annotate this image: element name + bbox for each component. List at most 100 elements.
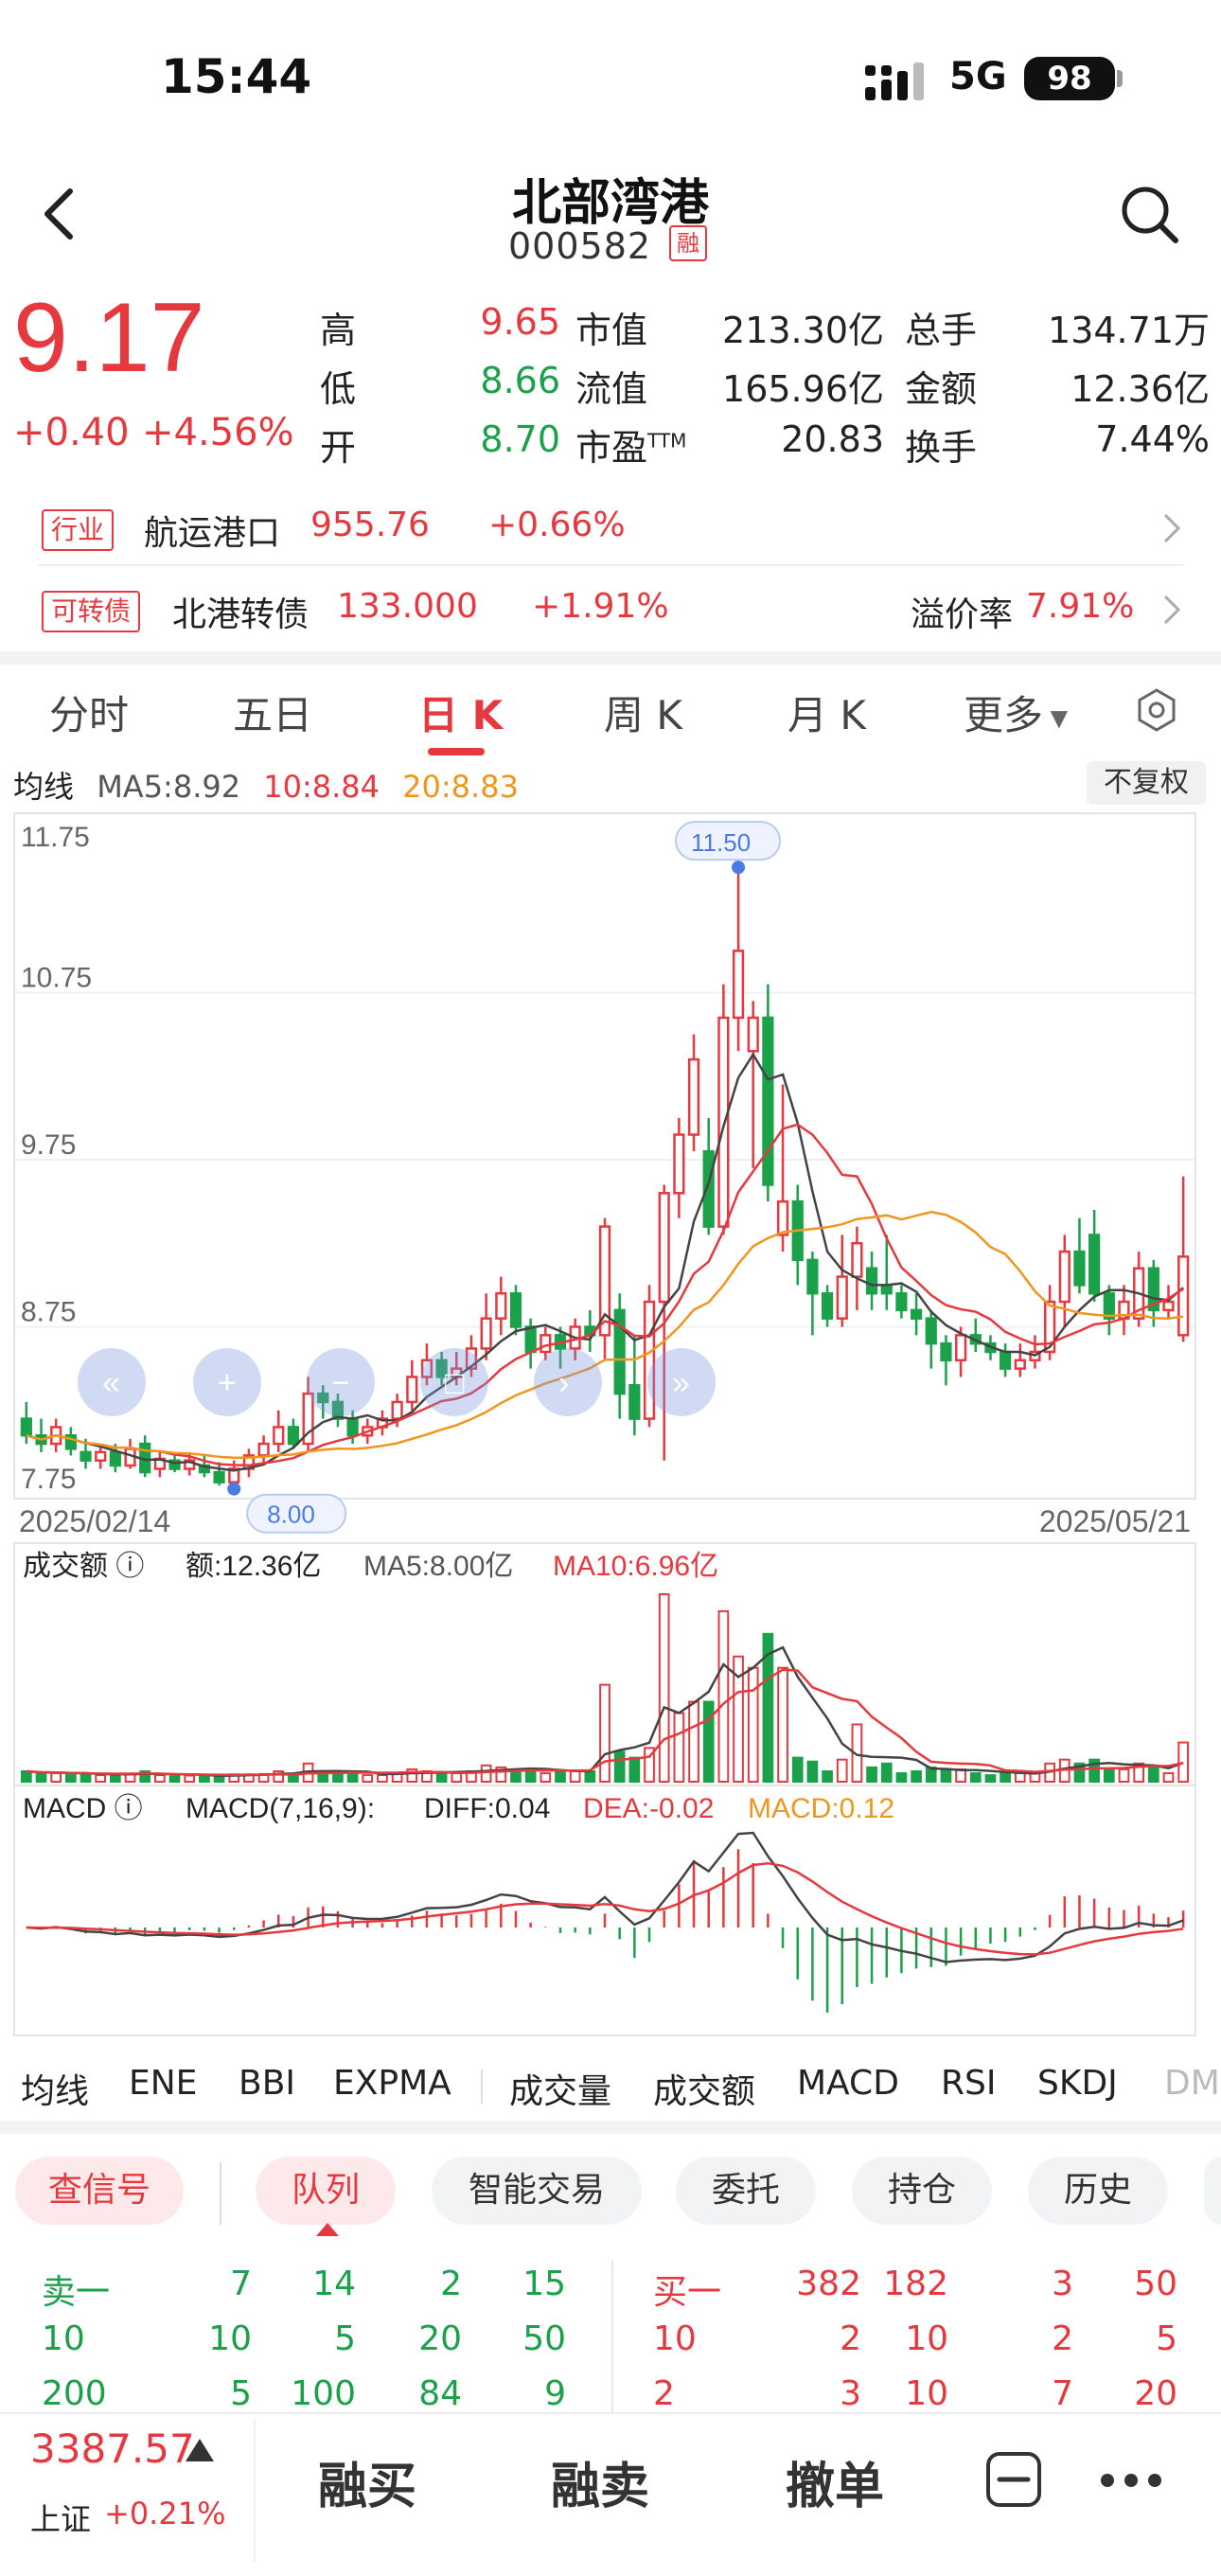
queue-button[interactable]: 队列 — [256, 2157, 396, 2225]
volume-bar — [1177, 1741, 1190, 1784]
indicator-tab-turnover[interactable]: 成交额 — [653, 2064, 755, 2113]
volume-bar — [688, 1700, 699, 1784]
stat-label: 低 — [320, 368, 357, 410]
index-name: 上证 — [30, 2501, 92, 2537]
stat-value: 12.36亿 — [1071, 368, 1210, 410]
tab-monthly-k[interactable]: 月 K — [787, 684, 866, 741]
stat-value: 8.66 — [480, 360, 560, 401]
y-tick-label: 7.75 — [21, 1464, 76, 1495]
kline-chart[interactable]: 11.75 10.75 9.75 8.75 7.75 11.50 8.00 « + − □ › » 202… — [13, 812, 1208, 2043]
volume-value: 额:12.36亿 — [186, 1551, 321, 1582]
indicator-tab-ma[interactable]: 均线 — [21, 2064, 89, 2113]
indicator-tab-bbi[interactable]: BBI — [239, 2064, 295, 2103]
smart-trade-button[interactable]: 智能交易 — [432, 2157, 642, 2225]
indicator-tab-macd[interactable]: MACD — [797, 2064, 899, 2103]
volume-bar — [1000, 1772, 1011, 1783]
convertible-bond-row[interactable]: 可转债 北港转债 133.000 +1.91% 溢价率 7.91% — [38, 568, 1183, 648]
settings-icon[interactable] — [1134, 687, 1179, 733]
search-icon[interactable] — [1117, 182, 1181, 246]
candle-down — [524, 1325, 537, 1354]
sell-queue-cell: 7 — [230, 2265, 252, 2303]
candle-up — [776, 1199, 789, 1236]
volume-bar — [717, 1609, 730, 1783]
queue-active-indicator — [316, 2223, 339, 2236]
volume-bar — [822, 1769, 833, 1784]
ma-legend: 均线 MA5:8.92 10:8.84 20:8.83 — [13, 763, 519, 807]
candle-up — [954, 1334, 967, 1362]
cancel-order-button[interactable]: 撤单 — [786, 2446, 884, 2517]
tab-intraday[interactable]: 分时 — [49, 684, 129, 741]
volume-bar — [50, 1772, 62, 1783]
volume-bar — [673, 1712, 685, 1784]
positions-button[interactable]: 持仓 — [852, 2157, 992, 2225]
volume-bar — [658, 1593, 670, 1783]
margin-sell-button[interactable]: 融卖 — [551, 2446, 649, 2517]
price-adjust-button[interactable]: 不复权 — [1087, 761, 1206, 805]
tab-daily-k[interactable]: 日 K — [418, 684, 503, 741]
signal-icon — [865, 62, 924, 100]
tab-more-label: 更多 — [964, 692, 1044, 738]
indicator-tab-ene[interactable]: ENE — [129, 2064, 197, 2103]
candle-down — [213, 1470, 225, 1483]
stat-label: 金额 — [905, 368, 978, 410]
orders-button[interactable]: 委托 — [676, 2157, 816, 2225]
y-tick-label: 10.75 — [21, 963, 92, 994]
section-divider — [0, 2121, 1221, 2134]
candle-up — [673, 1133, 685, 1195]
candle-up — [95, 1450, 107, 1462]
stat-value: 134.71万 — [1048, 310, 1210, 351]
volume-bar — [1147, 1764, 1159, 1784]
margin-buy-button[interactable]: 融买 — [318, 2446, 416, 2517]
buy-queue-cell: 3 — [1052, 2265, 1073, 2303]
industry-name: 航运港口 — [144, 514, 281, 553]
candle-down — [806, 1258, 819, 1295]
x-end-date: 2025/05/21 — [1039, 1504, 1191, 1538]
tab-more[interactable]: 更多 ▼ — [964, 684, 1068, 741]
volume-bar — [1118, 1768, 1130, 1783]
sell-queue-cell: 50 — [522, 2319, 566, 2358]
candle-up — [480, 1317, 492, 1350]
indicator-tab-expma[interactable]: EXPMA — [333, 2064, 451, 2103]
max-price-marker — [732, 861, 746, 875]
indicator-tab-divider — [481, 2070, 483, 2104]
volume-bar — [599, 1683, 610, 1784]
stat-label: 开 — [320, 427, 357, 469]
ttm-superscript: TTM — [647, 429, 687, 453]
sell-queue-cell: 10 — [42, 2319, 85, 2358]
stat-value: 7.44% — [1095, 418, 1210, 460]
sell-queue-cell: 15 — [522, 2265, 566, 2303]
tab-weekly-k[interactable]: 周 K — [604, 684, 682, 741]
indicator-tab-volume[interactable]: 成交量 — [509, 2064, 611, 2113]
ma20-value: 20:8.83 — [402, 769, 519, 805]
candle-down — [925, 1317, 937, 1345]
history-button[interactable]: 历史 — [1028, 2157, 1168, 2225]
index-value[interactable]: 3387.57 — [30, 2425, 195, 2472]
tab-five-day[interactable]: 五日 — [233, 684, 312, 741]
check-signal-button[interactable]: 查信号 — [15, 2157, 184, 2225]
volume-bar — [346, 1772, 359, 1783]
volume-bar — [984, 1774, 997, 1784]
premium-value: 7.91% — [1026, 587, 1135, 626]
ma-legend-title: 均线 — [13, 769, 75, 805]
collapse-icon[interactable] — [984, 2450, 1043, 2509]
buy-queue-cell: 10 — [905, 2374, 948, 2413]
macd-dea: DEA:-0.02 — [583, 1793, 714, 1824]
macd-title: MACD ⓘ — [23, 1793, 143, 1824]
more-icon[interactable] — [1098, 2461, 1164, 2499]
reset-icon-glyph: □ — [445, 1365, 465, 1401]
indicator-tab-rsi[interactable]: RSI — [941, 2064, 996, 2103]
indicator-tab-skdj[interactable]: SKDJ — [1037, 2064, 1118, 2103]
price-panel-frame — [13, 812, 1196, 1500]
indicator-tab-dm[interactable]: DM — [1164, 2064, 1221, 2103]
more-actions-pill[interactable] — [1204, 2157, 1221, 2225]
volume-bar — [836, 1758, 848, 1783]
candle-up — [836, 1275, 848, 1320]
volume-bar — [895, 1772, 908, 1783]
industry-value: 955.76 — [310, 506, 430, 544]
buy-queue-cell: 2 — [840, 2319, 861, 2358]
y-tick-label: 11.75 — [21, 822, 90, 853]
stock-code: 000582 — [508, 225, 652, 267]
y-tick-label: 9.75 — [21, 1129, 76, 1161]
candle-up — [273, 1426, 285, 1446]
industry-row[interactable]: 行业 航运港口 955.76 +0.66% — [38, 487, 1183, 566]
